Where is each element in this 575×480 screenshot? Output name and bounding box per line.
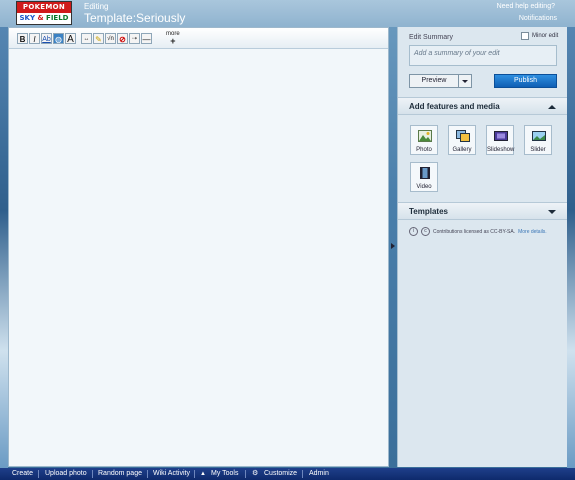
edit-pen-button[interactable]: ✎ [93, 33, 104, 44]
edit-summary-label: Edit Summary [409, 34, 453, 41]
cc-sa-icon: c [421, 227, 430, 236]
notifications-link[interactable]: Notifications [519, 15, 557, 22]
bold-button[interactable]: B [17, 33, 28, 44]
editor-header: POKEMON SKY & FIELD Editing Template:Ser… [0, 0, 575, 27]
photo-label: Photo [416, 147, 432, 153]
edit-sidebar: Edit Summary Minor edit Add a summary of… [397, 27, 567, 467]
admin-link[interactable]: Admin [309, 469, 329, 479]
my-tools-caret-icon[interactable]: ▲ [200, 469, 206, 479]
expand-down-icon[interactable] [548, 210, 556, 214]
help-link[interactable]: Need help editing? [497, 3, 555, 10]
slideshow-icon [494, 131, 508, 141]
video-label: Video [416, 184, 432, 190]
wiki-activity-link[interactable]: Wiki Activity [153, 469, 190, 479]
wiki-toolbar: Create Upload photo Random page Wiki Act… [0, 468, 575, 480]
wikitext-area[interactable] [9, 49, 388, 466]
summary-section: Edit Summary Minor edit Add a summary of… [398, 27, 567, 96]
external-link-button[interactable]: ◍ [53, 33, 64, 44]
heading-button[interactable]: A [65, 33, 76, 45]
add-slider-button[interactable]: Slider [524, 125, 552, 155]
slider-icon [532, 131, 546, 141]
math-button[interactable]: √n [105, 33, 116, 44]
features-section-header[interactable]: Add features and media [398, 97, 567, 115]
license-more-link[interactable]: More details. [518, 229, 547, 235]
gear-icon: ⚙ [252, 470, 259, 477]
signature-button[interactable]: ↔ [81, 33, 92, 44]
page-title: Template:Seriously [84, 11, 186, 25]
customize-link[interactable]: Customize [264, 469, 297, 479]
random-page-link[interactable]: Random page [98, 469, 142, 479]
editor-toolbar: B I Ab ◍ A ↔ ✎ √n ⊘ ⇢ — more + [9, 28, 388, 49]
minor-edit-toggle[interactable]: Minor edit [521, 32, 558, 40]
wiki-logo[interactable]: POKEMON SKY & FIELD [16, 1, 72, 25]
background-left-edge [0, 0, 8, 468]
add-photo-button[interactable]: Photo [410, 125, 438, 155]
cc-by-icon: i [409, 227, 418, 236]
horizontal-rule-button[interactable]: — [141, 33, 152, 44]
my-tools-link[interactable]: My Tools [211, 469, 239, 479]
divider [92, 470, 93, 478]
license-text: Contributions licensed as CC-BY-SA. [433, 228, 516, 235]
slider-label: Slider [530, 147, 546, 153]
divider [245, 470, 246, 478]
publish-button[interactable]: Publish [494, 74, 557, 88]
slideshow-label: Slideshow [487, 147, 515, 153]
gallery-label: Gallery [452, 147, 472, 153]
minor-edit-checkbox[interactable] [521, 32, 529, 40]
add-gallery-button[interactable]: Gallery [448, 125, 476, 155]
link-button[interactable]: Ab [41, 33, 52, 44]
logo-subtitle: SKY & FIELD [19, 14, 69, 22]
templates-title: Templates [409, 207, 448, 216]
nowiki-button[interactable]: ⊘ [117, 33, 128, 44]
create-link[interactable]: Create [12, 469, 33, 479]
minor-edit-label: Minor edit [532, 33, 559, 39]
add-slideshow-button[interactable]: Slideshow [486, 125, 514, 155]
features-title: Add features and media [409, 102, 500, 111]
templates-section-header[interactable]: Templates [398, 202, 567, 220]
background-right-edge [567, 0, 575, 468]
photo-icon [418, 130, 432, 142]
preview-button[interactable]: Preview [409, 74, 459, 88]
divider [147, 470, 148, 478]
divider [302, 470, 303, 478]
redirect-button[interactable]: ⇢ [129, 33, 140, 44]
preview-dropdown-chevron-icon[interactable] [459, 74, 472, 88]
upload-photo-link[interactable]: Upload photo [45, 469, 87, 479]
video-icon [420, 167, 430, 179]
gallery-icon [456, 130, 470, 142]
more-tools-button[interactable]: more + [166, 31, 180, 46]
license-notice: i c Contributions licensed as CC-BY-SA. … [409, 227, 547, 236]
summary-input[interactable]: Add a summary of your edit [409, 45, 557, 66]
collapse-panel-arrow-icon[interactable] [391, 243, 395, 249]
italic-button[interactable]: I [29, 33, 40, 44]
divider [38, 470, 39, 478]
divider [194, 470, 195, 478]
collapse-up-icon[interactable] [548, 105, 556, 109]
source-editor: B I Ab ◍ A ↔ ✎ √n ⊘ ⇢ — more + [8, 27, 389, 467]
editing-label: Editing [84, 2, 109, 11]
logo-title: POKEMON [17, 2, 71, 13]
add-video-button[interactable]: Video [410, 162, 438, 192]
